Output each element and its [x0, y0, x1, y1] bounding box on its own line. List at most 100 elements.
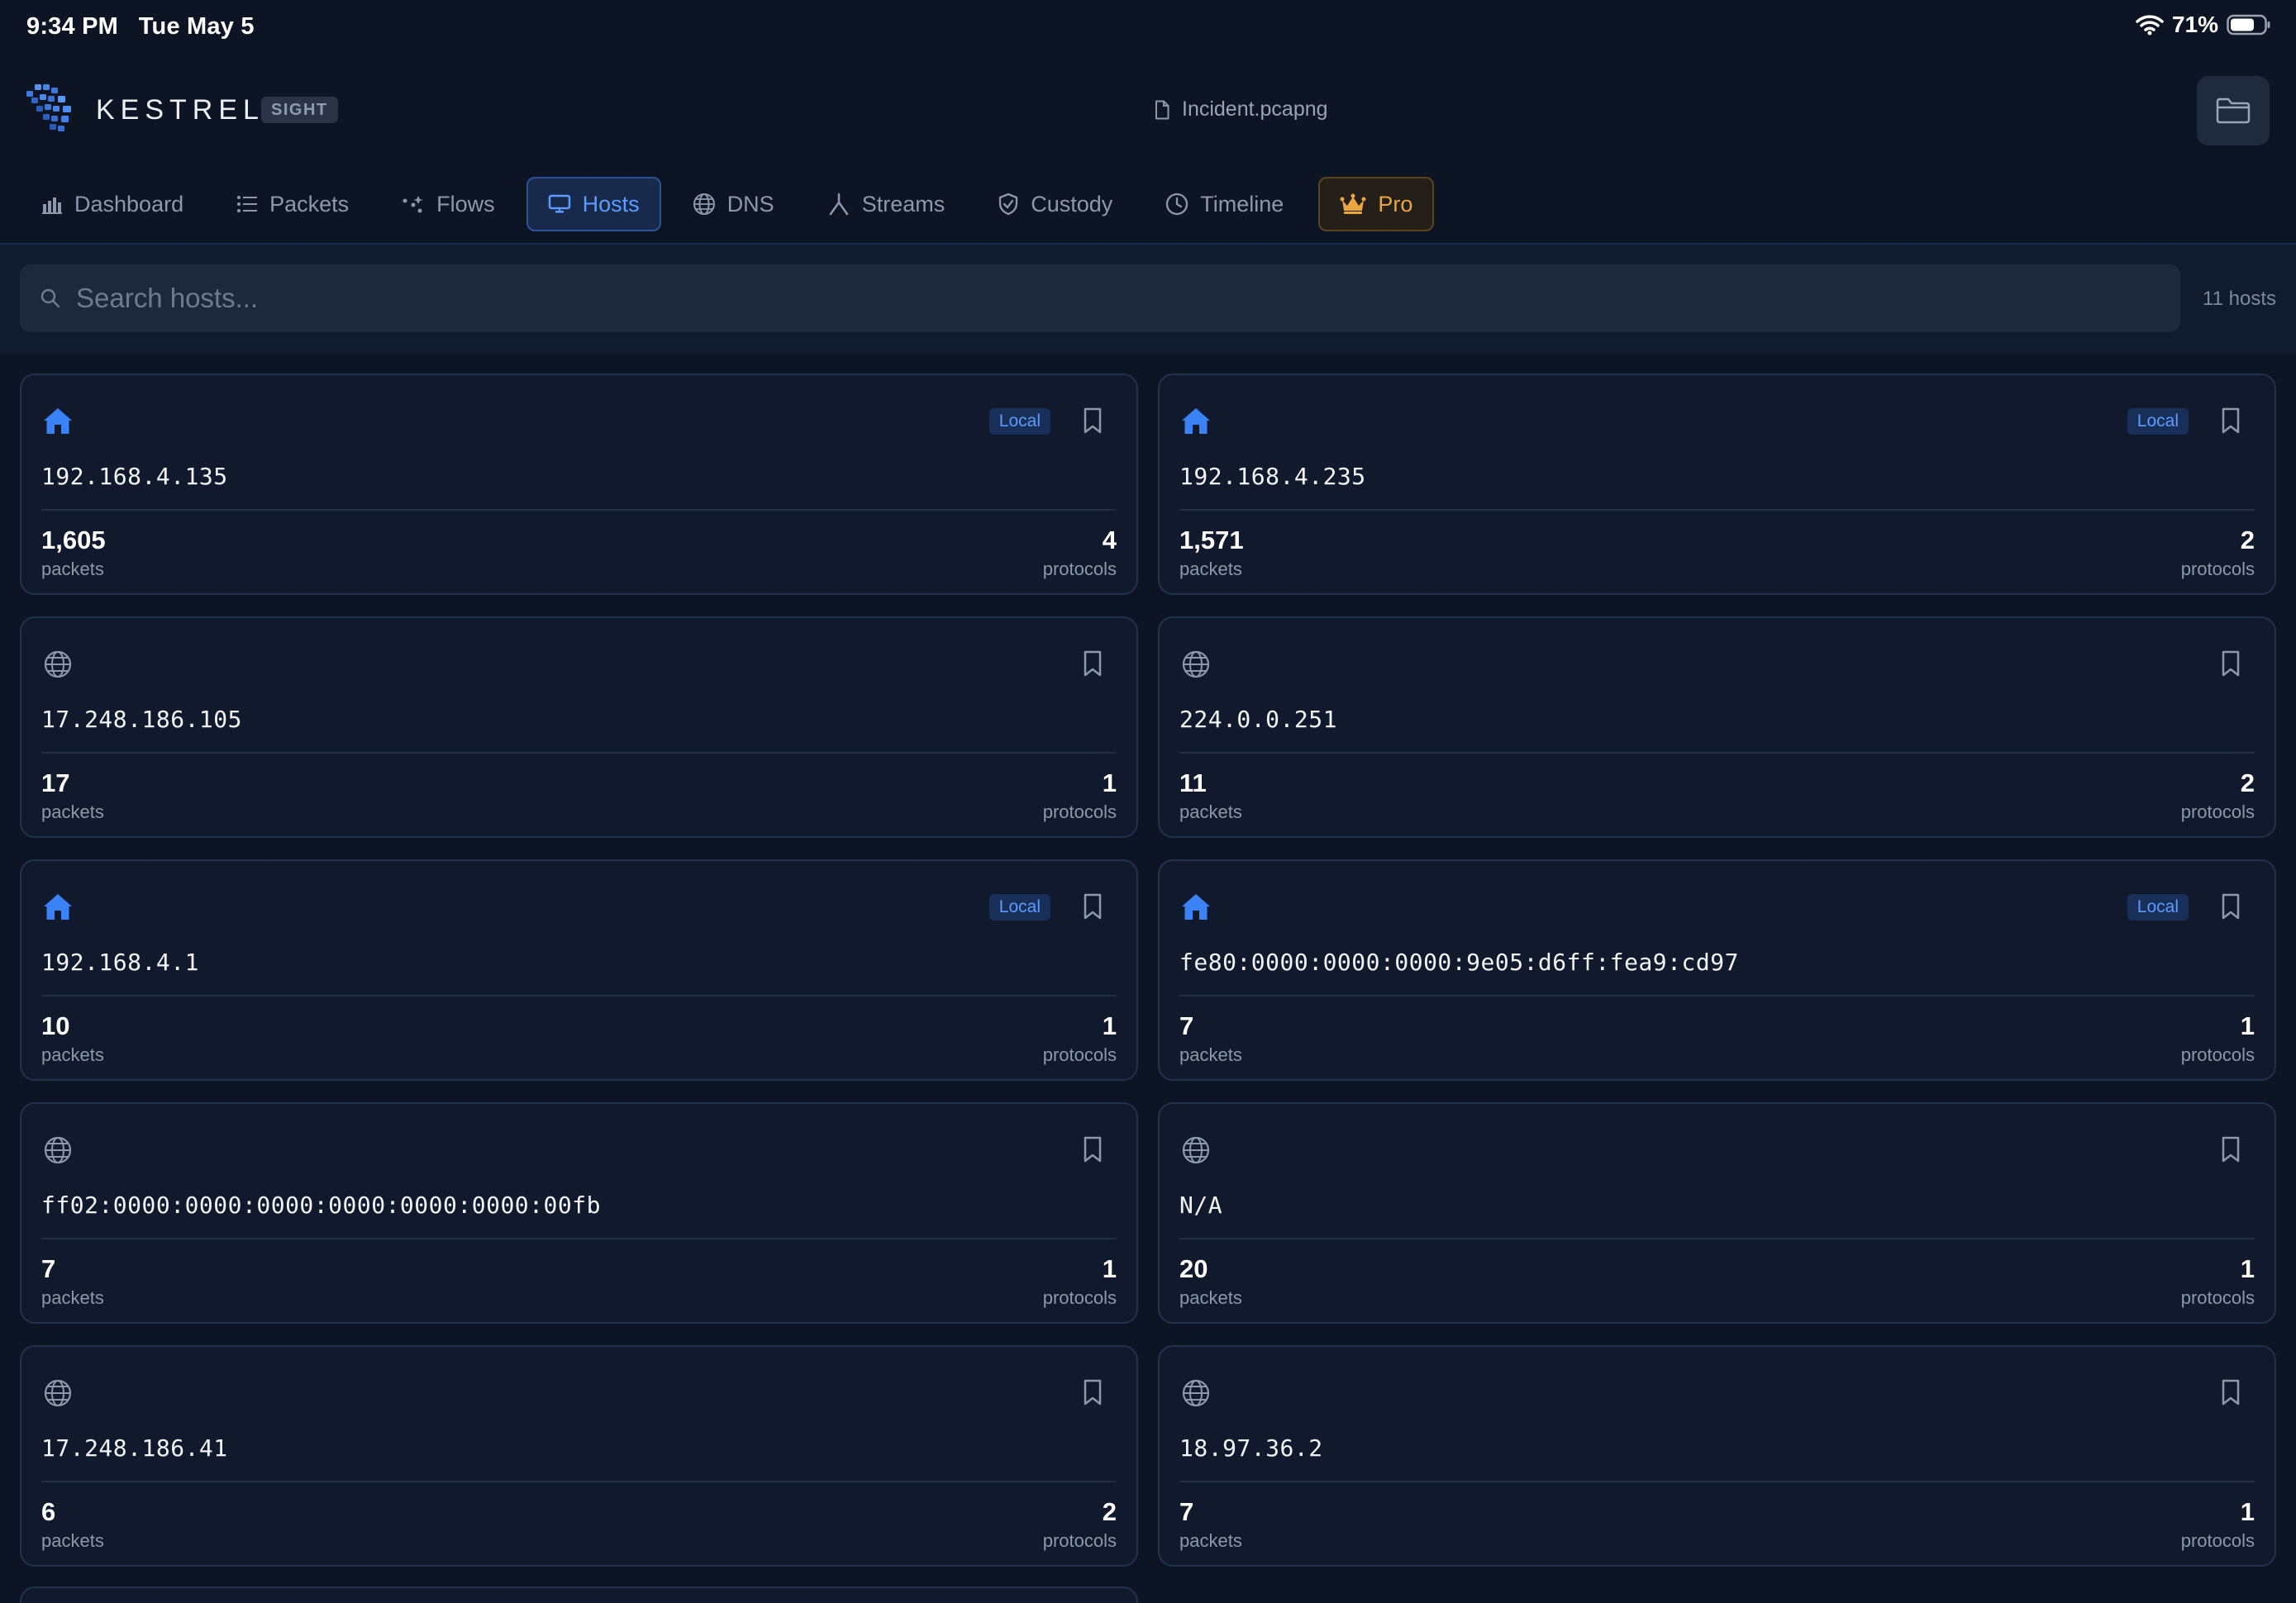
tab-label: Custody [1031, 191, 1113, 216]
open-file-button[interactable] [2197, 76, 2270, 145]
brand-badge: SIGHT [261, 97, 338, 123]
card-divider [1179, 1238, 2255, 1239]
status-bar: 9:34 PM Tue May 5 71% [0, 0, 2296, 53]
host-card[interactable]: Local 192.168.4.235 1,571 packets 2 prot… [1158, 373, 2276, 595]
tab-label: Dashboard [74, 191, 184, 216]
tab-label: Packets [269, 191, 350, 216]
host-card[interactable]: N/A 20 packets 1 protocols [1158, 1102, 2276, 1324]
tab-dashboard[interactable]: Dashboard [20, 177, 205, 231]
bar-chart-icon [42, 197, 62, 214]
packets-label: packets [41, 802, 104, 822]
tab-dns[interactable]: DNS [671, 177, 796, 231]
status-time: 9:34 PM Tue May 5 [26, 13, 255, 40]
host-address: ff02:0000:0000:0000:0000:0000:0000:00fb [41, 1192, 601, 1219]
host-card[interactable]: Local 192.168.4.1 10 packets 1 protocols [20, 859, 1138, 1081]
tab-timeline[interactable]: Timeline [1144, 177, 1305, 231]
packets-label: packets [41, 1530, 104, 1551]
app-brand: KESTREL [96, 94, 264, 126]
packets-label: packets [1179, 1287, 1242, 1308]
card-divider [41, 995, 1117, 997]
search-input[interactable] [76, 283, 2180, 314]
protocols-label: protocols [2180, 802, 2255, 822]
host-address: 17.248.186.105 [41, 706, 243, 733]
host-card[interactable]: 18.97.36.2 7 packets 1 protocols [1158, 1345, 2276, 1567]
file-name-label: Incident.pcapng [1182, 98, 1328, 121]
card-divider [1179, 752, 2255, 754]
bookmark-icon[interactable] [1082, 1135, 1103, 1163]
tab-label: Pro [1378, 191, 1413, 216]
packets-label: packets [1179, 559, 1242, 579]
bookmark-icon[interactable] [1082, 407, 1103, 435]
home-icon [44, 894, 72, 920]
tab-flows[interactable]: Flows [380, 177, 517, 231]
protocol-count: 1 [2240, 1254, 2255, 1283]
card-divider [1179, 509, 2255, 511]
wifi-icon [2136, 15, 2164, 36]
bookmark-icon[interactable] [2220, 407, 2241, 435]
protocol-count: 1 [1102, 768, 1117, 797]
globe-icon [1182, 650, 1210, 678]
document-icon [1155, 100, 1169, 119]
protocols-label: protocols [1042, 1287, 1117, 1308]
file-name: Incident.pcapng [1154, 98, 1328, 121]
host-card[interactable] [20, 1586, 1138, 1603]
host-card[interactable]: ff02:0000:0000:0000:0000:0000:0000:00fb … [20, 1102, 1138, 1324]
host-card[interactable]: Local fe80:0000:0000:0000:9e05:d6ff:fea9… [1158, 859, 2276, 1081]
protocols-label: protocols [1042, 1530, 1117, 1551]
host-card[interactable]: Local 192.168.4.135 1,605 packets 4 prot… [20, 373, 1138, 595]
card-divider [41, 509, 1117, 511]
battery-icon [2227, 14, 2270, 36]
host-address: 192.168.4.1 [41, 949, 199, 976]
protocols-label: protocols [2180, 1530, 2255, 1551]
host-card[interactable]: 17.248.186.41 6 packets 2 protocols [20, 1345, 1138, 1567]
crown-icon [1340, 193, 1366, 214]
folder-icon [2216, 98, 2251, 124]
bookmark-icon[interactable] [2220, 1135, 2241, 1163]
tab-label: DNS [726, 191, 774, 216]
bookmark-icon[interactable] [1082, 892, 1103, 920]
host-card[interactable]: 17.248.186.105 17 packets 1 protocols [20, 616, 1138, 838]
flows-icon [403, 196, 424, 213]
tab-label: Hosts [582, 191, 640, 216]
tab-custody[interactable]: Custody [976, 177, 1134, 231]
protocol-count: 2 [1102, 1497, 1117, 1526]
tab-label: Streams [861, 191, 946, 216]
bookmark-icon[interactable] [2220, 649, 2241, 678]
tab-hosts[interactable]: Hosts [526, 177, 661, 231]
host-address: 17.248.186.41 [41, 1434, 228, 1462]
tab-streams[interactable]: Streams [806, 177, 967, 231]
card-divider [1179, 1481, 2255, 1482]
shield-icon [999, 193, 1018, 216]
clock-icon [1166, 193, 1188, 216]
bookmark-icon[interactable] [1082, 649, 1103, 678]
search-box [20, 264, 2180, 332]
search-icon [40, 288, 60, 308]
host-count: 11 hosts [2203, 288, 2276, 310]
packet-count: 17 [41, 768, 70, 797]
local-badge: Local [988, 894, 1050, 920]
packets-label: packets [41, 1044, 104, 1065]
tab-pro[interactable]: Pro [1318, 177, 1435, 231]
bookmark-icon[interactable] [1082, 1378, 1103, 1406]
packet-count: 1,605 [41, 526, 106, 554]
tab-packets[interactable]: Packets [215, 177, 370, 231]
bookmark-icon[interactable] [2220, 1378, 2241, 1406]
packet-count: 7 [1179, 1011, 1194, 1040]
tab-label: Flows [436, 191, 495, 216]
protocols-label: protocols [1042, 559, 1117, 579]
host-address: N/A [1179, 1192, 1223, 1219]
packet-count: 10 [41, 1011, 70, 1040]
protocol-count: 1 [2240, 1011, 2255, 1040]
protocols-label: protocols [1042, 802, 1117, 822]
list-icon [237, 196, 258, 212]
globe-icon [693, 193, 715, 215]
protocols-label: protocols [2180, 1287, 2255, 1308]
local-badge: Local [2127, 408, 2189, 435]
protocol-count: 2 [2240, 768, 2255, 797]
protocol-count: 4 [1102, 526, 1117, 554]
card-divider [41, 1481, 1117, 1482]
card-divider [41, 752, 1117, 754]
bookmark-icon[interactable] [2220, 892, 2241, 920]
app-header: KESTREL SIGHT Incident.pcapng [0, 66, 2296, 152]
host-card[interactable]: 224.0.0.251 11 packets 2 protocols [1158, 616, 2276, 838]
